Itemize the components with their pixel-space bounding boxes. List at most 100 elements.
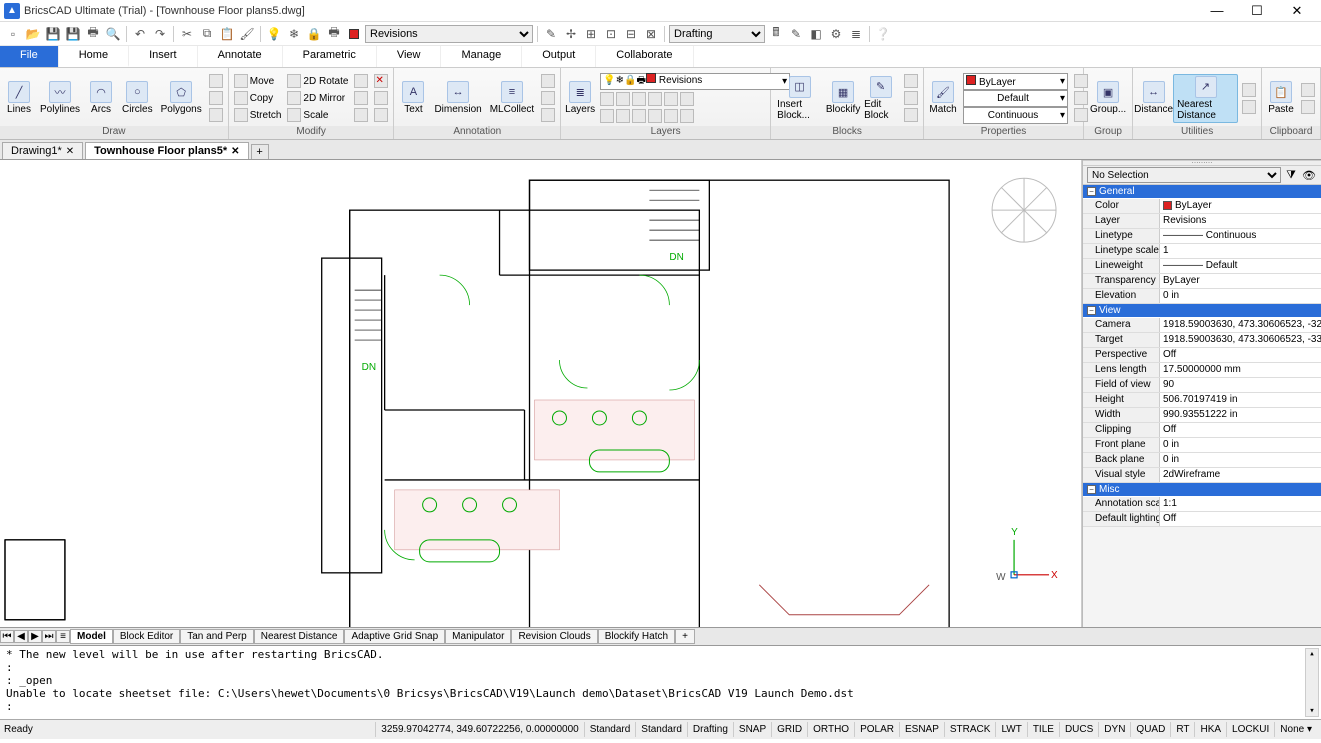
tool-c-icon[interactable]: ⊞ [582, 25, 600, 43]
combo-lineweight[interactable]: Default▾ [963, 90, 1068, 107]
plot-icon[interactable]: 🖶 [325, 25, 343, 43]
status-toggle-lockui[interactable]: LOCKUI [1226, 722, 1274, 737]
prop-row[interactable]: TransparencyByLayer [1083, 274, 1321, 289]
status-toggle-lwt[interactable]: LWT [995, 722, 1026, 737]
layer-btn-4[interactable] [648, 92, 662, 106]
prop-row[interactable]: Default lightingOff [1083, 512, 1321, 527]
doctab-drawing1[interactable]: Drawing1*✕ [2, 142, 83, 159]
layout-tab-adaptive-grid-snap[interactable]: Adaptive Grid Snap [344, 629, 445, 644]
nav-first-icon[interactable]: ⏮ [0, 630, 14, 643]
layer-btn-5[interactable] [664, 92, 678, 106]
print-icon[interactable]: 🖶 [84, 25, 102, 43]
prop-section-misc[interactable]: −Misc [1083, 483, 1321, 497]
layer-btn-11[interactable] [664, 109, 678, 123]
status-toggle-drafting[interactable]: Drafting [687, 722, 733, 737]
layer-btn-9[interactable] [632, 109, 646, 123]
layout-tab-manipulator[interactable]: Manipulator [445, 629, 511, 644]
filter-icon[interactable]: ⧩ [1283, 167, 1299, 183]
nav-list-icon[interactable]: ≡ [56, 630, 70, 643]
tool-layers[interactable]: ≣Layers [564, 80, 596, 116]
prop-row[interactable]: Lineweight———— Default [1083, 259, 1321, 274]
tool-dimension[interactable]: ↔Dimension [431, 80, 484, 116]
ann-extra-1[interactable] [539, 73, 557, 90]
layer-btn-1[interactable] [600, 92, 614, 106]
prop-row[interactable]: PerspectiveOff [1083, 348, 1321, 363]
modify-extra-1[interactable] [352, 73, 370, 90]
tool-stretch[interactable]: Stretch [232, 107, 284, 124]
status-toggle-dyn[interactable]: DYN [1098, 722, 1130, 737]
tool-copy[interactable]: Copy [232, 90, 284, 107]
nav-next-icon[interactable]: ▶ [28, 630, 42, 643]
blocks-extra-3[interactable] [902, 107, 920, 124]
layer-swatch-icon[interactable] [345, 25, 363, 43]
tool-lines[interactable]: ╱Lines [3, 80, 35, 116]
tool-scale[interactable]: Scale [285, 107, 350, 124]
maximize-button[interactable]: ☐ [1237, 1, 1277, 21]
tool-b-icon[interactable]: ✢ [562, 25, 580, 43]
blocks-extra-2[interactable] [902, 90, 920, 107]
tool-distance[interactable]: ↔Distance [1136, 80, 1171, 116]
util-extra-1[interactable] [1240, 81, 1258, 98]
workspace-dropdown[interactable]: Drafting [669, 25, 765, 43]
status-toggle-standard[interactable]: Standard [584, 722, 636, 737]
tab-home[interactable]: Home [59, 46, 129, 67]
copy-icon[interactable]: ⧉ [198, 25, 216, 43]
pencil-icon[interactable]: ✎ [787, 25, 805, 43]
paste-icon[interactable]: 📋 [218, 25, 236, 43]
modify-extra-2[interactable] [352, 90, 370, 107]
tool-match[interactable]: 🖌Match [927, 80, 959, 116]
prop-row[interactable]: ClippingOff [1083, 423, 1321, 438]
tool-editblock[interactable]: ✎Edit Block [861, 75, 900, 122]
modify-extra-5[interactable] [372, 90, 390, 107]
prop-section-general[interactable]: −General [1083, 185, 1321, 199]
help-icon[interactable]: ❔ [874, 25, 892, 43]
tool-d-icon[interactable]: ⊡ [602, 25, 620, 43]
ann-extra-2[interactable] [539, 90, 557, 107]
status-toggle-standard[interactable]: Standard [635, 722, 687, 737]
layout-tab-nearest-distance[interactable]: Nearest Distance [254, 629, 345, 644]
tool-2dmirror[interactable]: 2D Mirror [285, 90, 350, 107]
tool-2drotate[interactable]: 2D Rotate [285, 73, 350, 90]
tab-parametric[interactable]: Parametric [283, 46, 377, 67]
tab-collaborate[interactable]: Collaborate [596, 46, 693, 67]
layer-btn-10[interactable] [648, 109, 662, 123]
prop-section-view[interactable]: −View [1083, 304, 1321, 318]
tool-circles[interactable]: ○Circles [119, 80, 156, 116]
status-toggle-none[interactable]: None ▾ [1274, 722, 1317, 737]
redo-icon[interactable]: ↷ [151, 25, 169, 43]
prop-row[interactable]: Front plane0 in [1083, 438, 1321, 453]
status-toggle-snap[interactable]: SNAP [733, 722, 771, 737]
layer-btn-2[interactable] [616, 92, 630, 106]
tool-text[interactable]: AText [397, 80, 429, 116]
prop-row[interactable]: ColorByLayer [1083, 199, 1321, 214]
layout-tab-blockify-hatch[interactable]: Blockify Hatch [598, 629, 675, 644]
draw-extra-2[interactable] [207, 90, 225, 107]
prop-row[interactable]: Linetype———— Continuous [1083, 229, 1321, 244]
prop-row[interactable]: Width990.93551222 in [1083, 408, 1321, 423]
layer-btn-12[interactable] [680, 109, 694, 123]
status-toggle-esnap[interactable]: ESNAP [899, 722, 944, 737]
prop-row[interactable]: Height506.70197419 in [1083, 393, 1321, 408]
status-toggle-ducs[interactable]: DUCS [1059, 722, 1098, 737]
status-toggle-hka[interactable]: HKA [1194, 722, 1226, 737]
blocks-extra-1[interactable] [902, 73, 920, 90]
tool-a-icon[interactable]: ✎ [542, 25, 560, 43]
prop-row[interactable]: Camera1918.59003630, 473.30606523, -32.2… [1083, 318, 1321, 333]
prop-row[interactable]: Visual style2dWireframe [1083, 468, 1321, 483]
status-toggle-strack[interactable]: STRACK [944, 722, 996, 737]
eye-icon[interactable]: 👁 [1301, 167, 1317, 183]
open-icon[interactable]: 📂 [24, 25, 42, 43]
settings-icon[interactable]: ⚙ [827, 25, 845, 43]
tool-mlcollect[interactable]: ≡MLCollect [487, 80, 537, 116]
add-layout-button[interactable]: + [675, 629, 695, 644]
nav-prev-icon[interactable]: ◀ [14, 630, 28, 643]
util-extra-2[interactable] [1240, 98, 1258, 115]
modify-extra-6[interactable] [372, 107, 390, 124]
saveas-icon[interactable]: 💾 [64, 25, 82, 43]
close-tab-icon[interactable]: ✕ [231, 146, 239, 157]
ann-extra-3[interactable] [539, 107, 557, 124]
add-tab-button[interactable]: + [251, 144, 269, 159]
undo-icon[interactable]: ↶ [131, 25, 149, 43]
layout-tab-model[interactable]: Model [70, 629, 113, 644]
freeze-icon[interactable]: ❄ [285, 25, 303, 43]
